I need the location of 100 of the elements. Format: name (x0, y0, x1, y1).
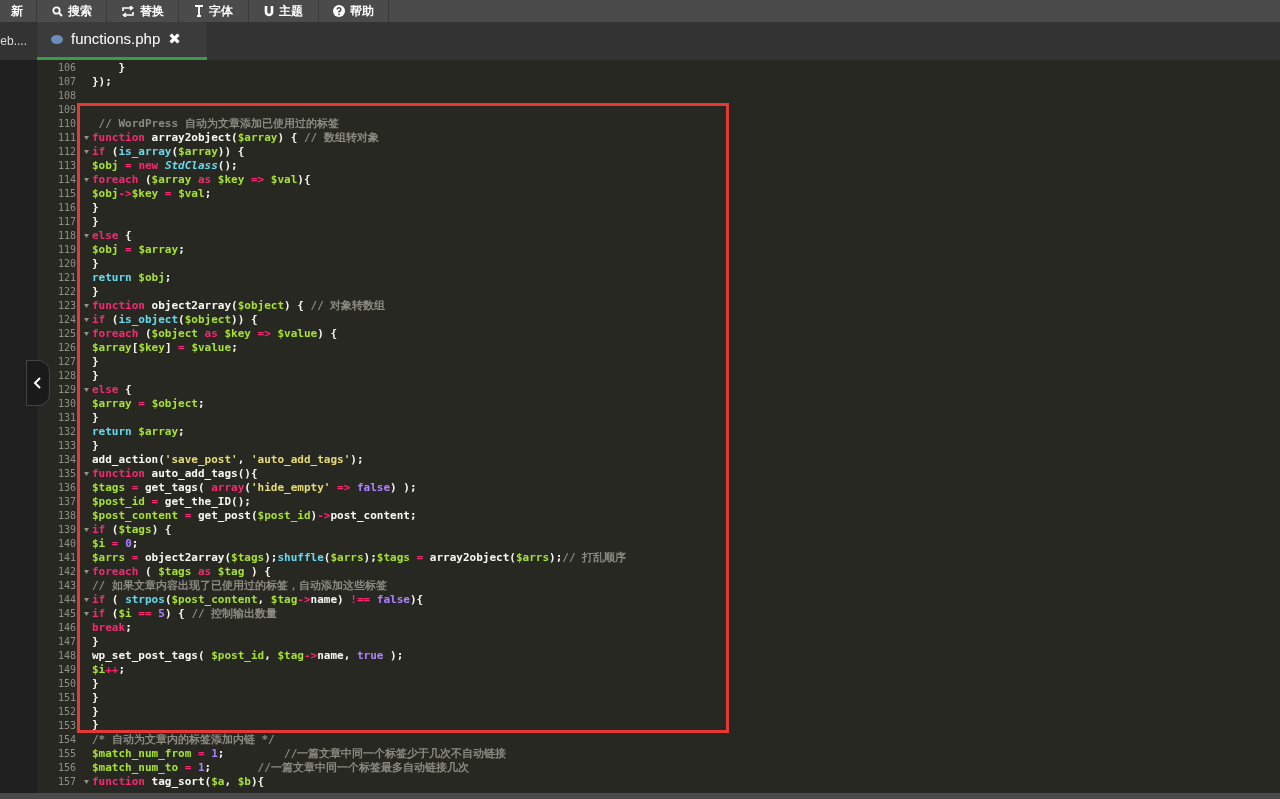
arrows-icon (121, 5, 135, 17)
code-line: $post_id = get_the_ID(); (92, 495, 251, 509)
code-line: } (92, 201, 99, 215)
close-tab-button[interactable]: ✖ (168, 28, 181, 51)
line-number: 118 (56, 229, 77, 243)
fold-arrow-icon[interactable] (83, 570, 89, 574)
line-number: 134 (56, 453, 77, 467)
code-line: } (92, 705, 99, 719)
line-number: 130 (56, 397, 77, 411)
fold-arrow-icon[interactable] (83, 150, 89, 154)
line-number: 146 (56, 621, 77, 635)
file-icon (51, 35, 63, 44)
magnet-icon (264, 5, 274, 17)
line-number: 108 (56, 89, 77, 103)
code-line: else { (92, 383, 132, 397)
line-number: 140 (56, 537, 77, 551)
line-number: 151 (56, 691, 77, 705)
line-number: 157 (56, 775, 77, 789)
code-line: return $obj; (92, 271, 172, 285)
code-line: break; (92, 621, 132, 635)
horizontal-scrollbar[interactable] (0, 793, 1280, 799)
line-number: 131 (56, 411, 77, 425)
line-number: 136 (56, 481, 77, 495)
collapse-handle[interactable] (26, 360, 50, 406)
line-number: 132 (56, 425, 77, 439)
fold-arrow-icon[interactable] (83, 612, 89, 616)
line-number: 143 (56, 579, 77, 593)
fold-arrow-icon[interactable] (83, 304, 89, 308)
code-line: /* 自动为文章内的标签添加内链 */ (92, 733, 275, 747)
file-tab[interactable]: functions.php ✖ (37, 22, 207, 60)
fold-arrow-icon[interactable] (83, 178, 89, 182)
code-line: foreach ( $tags as $tag ) { (92, 565, 271, 579)
code-line: } (92, 635, 99, 649)
code-line: return $array; (92, 425, 185, 439)
code-line: $tags = get_tags( array('hide_empty' => false) ); (92, 481, 417, 495)
code-line: } (92, 215, 99, 229)
code-line: wp_set_post_tags( $post_id, $tag->name, true ); (92, 649, 404, 663)
fold-arrow-icon[interactable] (83, 234, 89, 238)
code-line: } (117, 61, 126, 75)
line-number: 107 (56, 75, 77, 89)
line-number: 124 (56, 313, 77, 327)
code-line: function tag_sort($a, $b){ (92, 775, 265, 789)
line-number: 110 (56, 117, 77, 131)
code-line: $array = $object; (92, 397, 205, 411)
line-number: 121 (56, 271, 77, 285)
code-line: function array2object($array) { // 数组转对象 (92, 131, 379, 145)
code-line: if ($tags) { (92, 523, 172, 537)
fold-arrow-icon[interactable] (83, 318, 89, 322)
line-number: 109 (56, 103, 77, 117)
code-line: function object2array($object) { // 对象转数组 (92, 299, 386, 313)
line-number: 126 (56, 341, 77, 355)
line-number: 106 (56, 61, 77, 75)
line-number: 127 (56, 355, 77, 369)
code-line: // 如果文章内容出现了已使用过的标签，自动添加这些标签 (92, 579, 387, 593)
line-number: 144 (56, 593, 77, 607)
line-number: 113 (56, 159, 77, 173)
fold-arrow-icon[interactable] (83, 780, 89, 784)
code-line: } (92, 691, 99, 705)
line-number: 150 (56, 677, 77, 691)
file-tab[interactable]: eb.... (0, 22, 37, 60)
code-line: foreach ($object as $key => $value) { (92, 327, 338, 341)
line-number: 141 (56, 551, 77, 565)
code-line: } (92, 355, 99, 369)
line-number: 154 (56, 733, 77, 747)
code-line: } (92, 717, 99, 732)
code-line: $post_content = get_post($post_id)->post_content; (92, 509, 417, 523)
code-line: add_action('save_post', 'auto_add_tags'); (92, 453, 364, 467)
code-line: $match_num_from = 1; //一篇文章中同一个标签少于几次不自动链接 (92, 747, 507, 761)
line-number: 129 (56, 383, 77, 397)
fold-arrow-icon[interactable] (83, 528, 89, 532)
code-line: } (92, 369, 99, 383)
fold-arrow-icon[interactable] (83, 332, 89, 336)
code-line: }); (92, 75, 112, 89)
line-number: 139 (56, 523, 77, 537)
line-number: 133 (56, 439, 77, 453)
help-icon (333, 5, 345, 17)
code-line: foreach ($array as $key => $val){ (92, 173, 311, 187)
code-line: } (92, 257, 99, 271)
line-number: 123 (56, 299, 77, 313)
line-number: 138 (56, 509, 77, 523)
line-number: 137 (56, 495, 77, 509)
line-number: 120 (56, 257, 77, 271)
code-line: $array[$key] = $value; (92, 341, 238, 355)
fold-arrow-icon[interactable] (83, 388, 89, 392)
search-icon (51, 5, 63, 17)
fold-arrow-icon[interactable] (83, 136, 89, 140)
fold-arrow-icon[interactable] (83, 472, 89, 476)
line-number: 142 (56, 565, 77, 579)
text-cursor-icon (194, 5, 204, 17)
line-number: 155 (56, 747, 77, 761)
line-number: 145 (56, 607, 77, 621)
line-number: 152 (56, 705, 77, 719)
fold-arrow-icon[interactable] (83, 598, 89, 602)
line-number: 147 (56, 635, 77, 649)
code-line: } (92, 411, 99, 425)
code-line: else { (92, 229, 132, 243)
code-line: $obj = $array; (92, 243, 185, 257)
code-line: if ($i == 5) { // 控制输出数量 (92, 607, 278, 621)
line-number: 119 (56, 243, 77, 257)
code-line: function auto_add_tags(){ (92, 467, 258, 481)
